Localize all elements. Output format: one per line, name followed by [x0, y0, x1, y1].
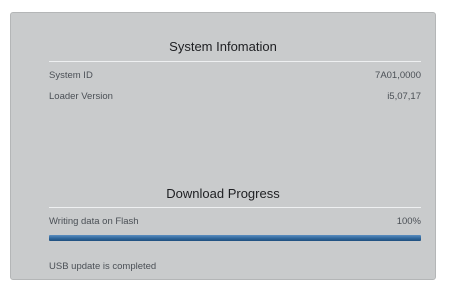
system-info-dialog: System Infomation System ID 7A01,0000 Lo…: [10, 12, 436, 280]
download-progress-bar: [49, 235, 421, 241]
system-id-label: System ID: [49, 70, 93, 81]
loader-version-label: Loader Version: [49, 91, 113, 102]
download-progress-divider: [49, 207, 421, 208]
update-complete-message: USB update is completed: [49, 261, 157, 272]
system-id-value: 7A01,0000: [375, 70, 421, 81]
system-info-title: System Infomation: [169, 39, 277, 54]
system-info-divider: [49, 61, 421, 62]
download-progress-fill: [49, 235, 421, 241]
download-status-text: Writing data on Flash: [49, 216, 139, 227]
download-progress-title: Download Progress: [166, 186, 280, 201]
loader-version-value: i5,07,17: [387, 91, 421, 102]
download-percent: 100%: [396, 216, 421, 227]
